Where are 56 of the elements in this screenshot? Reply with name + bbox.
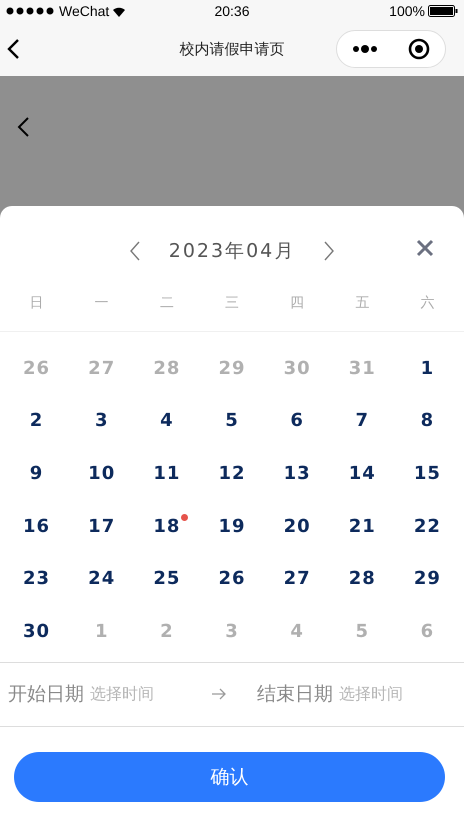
- battery-icon: [428, 5, 458, 17]
- calendar-day[interactable]: 19: [218, 516, 246, 537]
- page-title: 校内请假申请页: [180, 40, 284, 58]
- back-icon[interactable]: [16, 116, 30, 138]
- battery-percent: 100%: [389, 3, 425, 19]
- calendar-day[interactable]: 21: [348, 516, 376, 537]
- calendar-day[interactable]: 8: [420, 410, 434, 432]
- calendar-day[interactable]: 26: [218, 568, 246, 590]
- confirm-button[interactable]: 确认: [14, 752, 445, 802]
- calendar-day[interactable]: 20: [284, 516, 311, 537]
- wifi-icon: [112, 6, 126, 16]
- previous-month-icon[interactable]: [128, 241, 141, 261]
- arrow-right-icon: [211, 688, 227, 700]
- calendar-day[interactable]: 13: [284, 462, 311, 484]
- calendar-day[interactable]: 28: [348, 568, 376, 590]
- calendar-day[interactable]: 11: [153, 462, 180, 484]
- back-icon[interactable]: [6, 38, 20, 60]
- close-target-icon[interactable]: [408, 38, 430, 60]
- close-button[interactable]: [416, 239, 434, 257]
- calendar-day[interactable]: 16: [23, 516, 50, 537]
- calendar-day[interactable]: 6: [290, 410, 304, 432]
- weekday-label: 四: [289, 294, 306, 312]
- calendar-day[interactable]: 3: [94, 410, 108, 432]
- more-icon[interactable]: [352, 45, 378, 53]
- calendar-day[interactable]: 14: [348, 462, 376, 484]
- month-label: 2023年04月: [168, 239, 296, 264]
- calendar-day[interactable]: 23: [23, 568, 50, 590]
- calendar-day[interactable]: 5: [225, 410, 239, 432]
- clock-time: 20:36: [214, 3, 250, 19]
- calendar-day[interactable]: 2: [30, 410, 44, 432]
- calendar-day[interactable]: 17: [88, 516, 116, 537]
- calendar-day[interactable]: 15: [414, 462, 441, 484]
- calendar-day[interactable]: 10: [88, 462, 116, 484]
- signal-icon: [6, 7, 56, 15]
- next-month-icon[interactable]: [323, 241, 336, 261]
- calendar-day[interactable]: 22: [414, 516, 441, 537]
- weekday-label: 三: [224, 294, 240, 312]
- weekday-label: 五: [354, 294, 370, 312]
- calendar-day[interactable]: 30: [23, 620, 50, 642]
- weekday-label: 六: [419, 294, 436, 312]
- weekday-label: 二: [158, 294, 175, 312]
- weekday-label: 一: [94, 294, 110, 312]
- calendar-day[interactable]: 24: [88, 568, 116, 590]
- calendar-day[interactable]: 27: [284, 568, 311, 590]
- calendar-day[interactable]: 9: [30, 462, 44, 484]
- calendar-day[interactable]: 18: [153, 516, 180, 537]
- end-date-label: 结束日期: [257, 682, 333, 708]
- calendar-day[interactable]: 4: [160, 410, 174, 432]
- calendar-day[interactable]: 7: [356, 410, 370, 432]
- start-date-label: 开始日期: [8, 682, 84, 708]
- calendar-day[interactable]: 29: [414, 568, 441, 590]
- weekday-label: 日: [28, 294, 45, 312]
- calendar-day[interactable]: 25: [153, 568, 180, 590]
- calendar-day[interactable]: 12: [218, 462, 246, 484]
- calendar-day[interactable]: 1: [420, 358, 434, 379]
- carrier-name: WeChat: [59, 3, 110, 19]
